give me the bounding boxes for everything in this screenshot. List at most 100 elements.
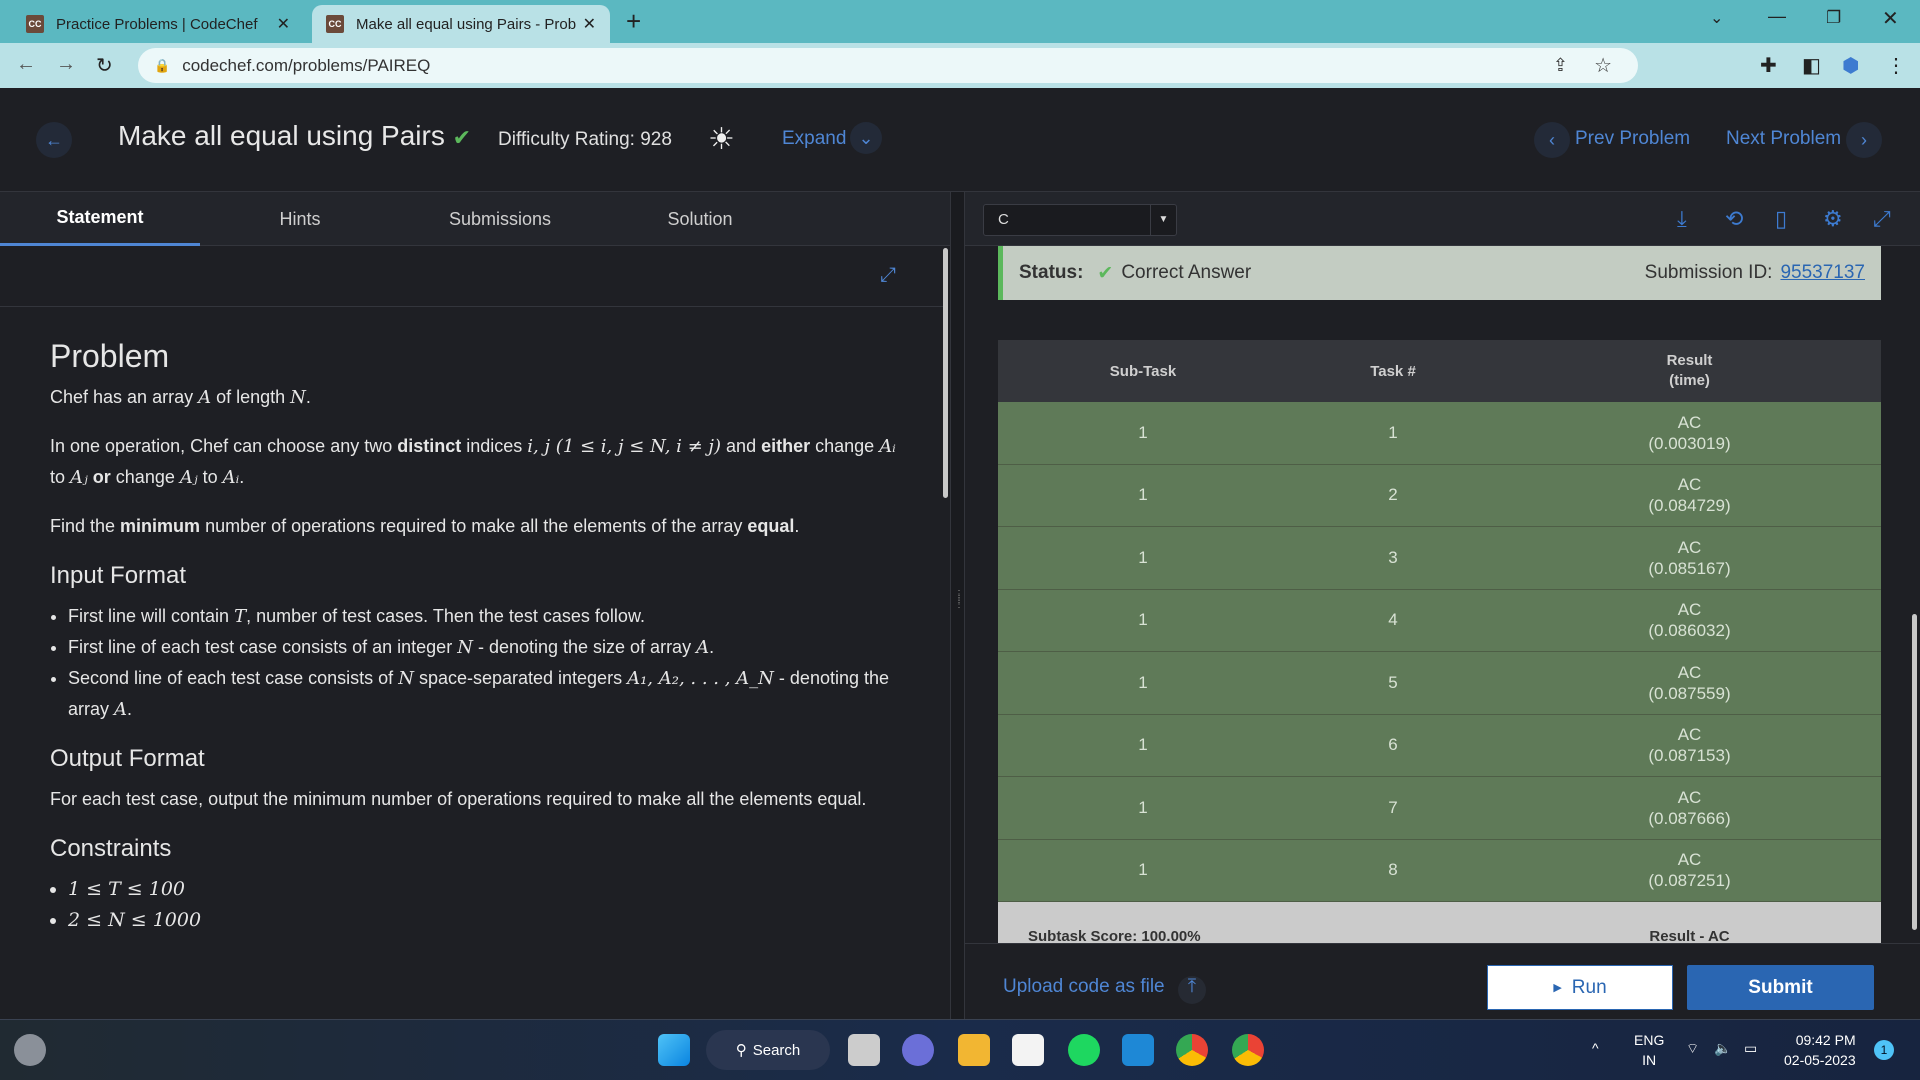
lock-icon: 🔒	[154, 57, 171, 73]
chevron-down-icon[interactable]: ⌄	[850, 122, 882, 154]
submission-id-link[interactable]: 95537137	[1780, 262, 1865, 284]
status-banner: Status: ✔ Correct Answer Submission ID: …	[998, 246, 1881, 300]
back-icon[interactable]: ←	[16, 53, 36, 76]
fullscreen-icon[interactable]: ⤢	[880, 264, 896, 287]
side-panel-icon[interactable]: ◧	[1802, 53, 1821, 78]
share-icon[interactable]: ⇪	[1553, 55, 1568, 76]
subtask-cell: 1	[1138, 422, 1148, 442]
result-scrollbar[interactable]	[1912, 614, 1917, 930]
vscode-icon[interactable]	[1122, 1034, 1154, 1066]
new-tab-button[interactable]: +	[626, 6, 641, 37]
text-segment: distinct	[397, 436, 462, 456]
panel-resize-handle[interactable]: ⋮ ⋮ ⋮	[950, 192, 965, 1019]
expand-button[interactable]: Expand	[782, 128, 846, 150]
task-view-icon[interactable]	[848, 1034, 880, 1066]
browser-tab-practice[interactable]: CC Practice Problems | CodeChef ✕	[12, 5, 304, 43]
task-cell: 6	[1388, 735, 1398, 755]
tray-overflow-icon[interactable]: ^	[1592, 1038, 1599, 1058]
file-explorer-icon[interactable]	[958, 1034, 990, 1066]
editor-toolbar: C ▼ ⤓ ⟲ ▯ ⚙ ⤢	[965, 192, 1920, 246]
statement-tabs: Statement Hints Submissions Solution	[0, 192, 950, 246]
teams-chat-icon[interactable]	[902, 1034, 934, 1066]
text-segment: to	[197, 467, 223, 487]
math-text: A₁, A₂, . . . , A_N	[627, 668, 774, 689]
difficulty-rating: Difficulty Rating: 928	[498, 129, 672, 150]
math-text: N	[457, 637, 473, 658]
statement-scrollbar[interactable]	[943, 248, 948, 498]
tab-statement[interactable]: Statement	[0, 192, 200, 246]
result-cell: AC (0.084729)	[1498, 474, 1881, 516]
bookmark-star-icon[interactable]: ☆	[1594, 53, 1612, 78]
volume-icon[interactable]: 🔈	[1714, 1038, 1731, 1058]
clock[interactable]: 09:42 PM 02-05-2023	[1784, 1030, 1856, 1070]
tab-hints[interactable]: Hints	[200, 192, 400, 246]
play-icon: ▶	[1553, 982, 1562, 994]
fullscreen-icon[interactable]: ⤢	[1873, 206, 1891, 232]
chrome-icon[interactable]	[1176, 1034, 1208, 1066]
language-indicator[interactable]: ENG IN	[1634, 1030, 1664, 1070]
chrome-profile-icon[interactable]	[1232, 1034, 1264, 1066]
prev-chevron-icon[interactable]: ‹	[1534, 122, 1570, 158]
restore-icon[interactable]: ❐	[1826, 8, 1841, 28]
tab-solution[interactable]: Solution	[600, 192, 800, 246]
task-cell: 4	[1388, 610, 1398, 630]
math-text: Aᵢ	[222, 467, 240, 488]
time: (0.086032)	[1648, 621, 1731, 641]
forward-icon[interactable]: →	[56, 53, 76, 76]
table-row: 1 3 AC (0.085167)	[998, 527, 1881, 590]
text-segment: change	[810, 436, 880, 456]
microsoft-store-icon[interactable]	[1012, 1034, 1044, 1066]
col-task: Task #	[1370, 362, 1416, 380]
math-text: A	[114, 699, 128, 720]
minimize-icon[interactable]: —	[1768, 6, 1786, 27]
battery-icon[interactable]: ▭	[1744, 1038, 1757, 1058]
tab-search-icon[interactable]: ⌄	[1710, 8, 1723, 28]
verdict: AC	[1677, 537, 1702, 557]
browser-tab-problem[interactable]: CC Make all equal using Pairs - Probl ✕	[312, 5, 610, 43]
close-window-icon[interactable]: ✕	[1882, 6, 1899, 31]
back-arrow-button[interactable]: ←	[36, 122, 72, 158]
prev-problem-link[interactable]: Prev Problem	[1575, 128, 1690, 150]
run-button[interactable]: ▶ Run	[1487, 965, 1673, 1010]
weather-icon[interactable]	[14, 1034, 46, 1066]
settings-gear-icon[interactable]: ⚙	[1823, 206, 1843, 232]
upload-code-button[interactable]: Upload code as file ⤒	[1003, 976, 1206, 1004]
time: (0.084729)	[1648, 496, 1731, 516]
extensions-icon[interactable]: ✚	[1760, 53, 1777, 78]
language-select[interactable]: C ▼	[983, 204, 1177, 236]
profile-avatar[interactable]: ⬢	[1842, 53, 1859, 78]
result-cell: AC (0.003019)	[1498, 412, 1881, 454]
menu-icon[interactable]: ⋮	[1886, 53, 1906, 78]
next-chevron-icon[interactable]: ›	[1846, 122, 1882, 158]
taskbar-search[interactable]: ⚲ Search	[706, 1030, 830, 1070]
download-icon[interactable]: ⤓	[1677, 206, 1687, 232]
save-icon[interactable]: ▯	[1775, 206, 1787, 232]
close-tab-icon[interactable]: ✕	[583, 14, 596, 34]
text-segment: equal	[747, 516, 795, 536]
reset-code-icon[interactable]: ⟲	[1725, 206, 1743, 232]
text-segment: Chef has an array	[50, 387, 199, 407]
text-segment: .	[127, 699, 133, 719]
close-tab-icon[interactable]: ✕	[277, 14, 290, 34]
theme-toggle-sun-icon[interactable]: ☀	[708, 122, 735, 157]
notification-badge[interactable]: 1	[1874, 1040, 1894, 1060]
codechef-favicon: CC	[26, 15, 44, 33]
check-icon: ✔	[1097, 262, 1114, 284]
result-panel: Status: ✔ Correct Answer Submission ID: …	[965, 246, 1920, 943]
submit-button[interactable]: Submit	[1687, 965, 1874, 1010]
windows-start-icon[interactable]	[658, 1034, 690, 1066]
math-text: A	[198, 387, 212, 408]
input-format-item: First line of each test case consists of…	[68, 632, 900, 663]
spotify-icon[interactable]	[1068, 1034, 1100, 1066]
tab-submissions[interactable]: Submissions	[400, 192, 600, 246]
url-bar[interactable]: 🔒 codechef.com/problems/PAIREQ ⇪ ☆	[138, 48, 1638, 83]
next-problem-link[interactable]: Next Problem	[1726, 128, 1841, 150]
input-format-item: First line will contain T, number of tes…	[68, 601, 900, 632]
task-cell: 2	[1388, 485, 1398, 505]
text-segment: - denoting the size of array	[472, 637, 697, 657]
reload-icon[interactable]: ↻	[96, 53, 113, 78]
constraints-heading: Constraints	[50, 835, 172, 862]
wifi-icon[interactable]: ⌔	[1686, 1038, 1699, 1058]
text-segment: In one operation, Chef can choose any tw…	[50, 436, 398, 456]
statement-paragraph: Chef has an array A of length N.	[50, 382, 900, 413]
